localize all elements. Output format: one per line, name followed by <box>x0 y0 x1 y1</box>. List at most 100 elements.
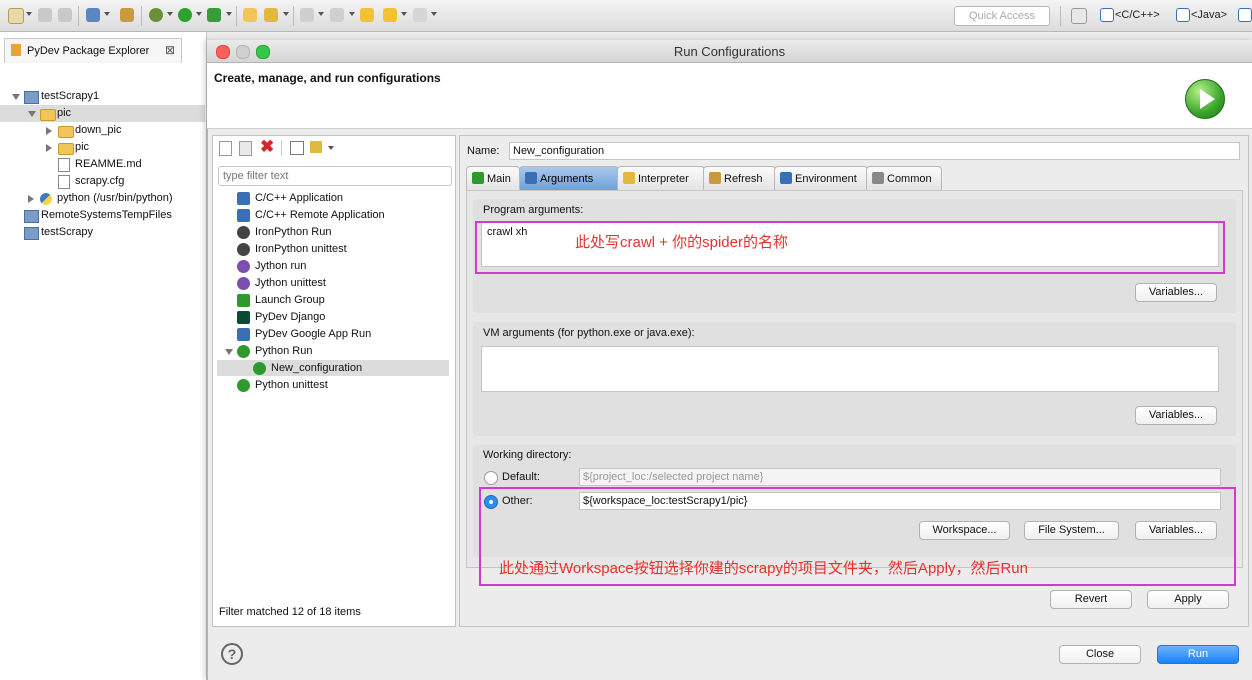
program-args-variables-button[interactable]: Variables... <box>1135 283 1217 302</box>
filter-input[interactable] <box>218 166 452 186</box>
perspective-java[interactable]: <Java> <box>1191 9 1227 21</box>
close-tab-icon[interactable]: ⊠ <box>165 43 175 57</box>
project-icon <box>24 91 39 104</box>
open-folder-icon[interactable] <box>243 8 257 22</box>
new-dropdown-icon[interactable] <box>26 12 32 16</box>
config-type-item[interactable]: IronPython Run <box>213 224 449 241</box>
tab-common[interactable]: Common <box>866 166 942 190</box>
last-edit-icon[interactable] <box>360 8 374 22</box>
build-icon[interactable] <box>86 8 100 22</box>
tree-item-label: RemoteSystemsTempFiles <box>41 209 172 221</box>
build-dropdown-icon[interactable] <box>104 12 110 16</box>
apply-button[interactable]: Apply <box>1147 590 1229 609</box>
new-config-icon[interactable] <box>219 141 232 156</box>
save-all-icon[interactable] <box>58 8 72 22</box>
collapse-all-icon[interactable] <box>290 141 304 155</box>
edit-icon[interactable] <box>264 8 278 22</box>
cpp-perspective-icon[interactable] <box>1100 8 1114 22</box>
prev-annotation-dropdown-icon[interactable] <box>349 12 355 16</box>
default-radio[interactable] <box>484 471 498 485</box>
forward-dropdown-icon[interactable] <box>431 12 437 16</box>
tree-item[interactable]: down_pic <box>0 122 205 139</box>
next-annotation-icon[interactable] <box>300 8 314 22</box>
tree-item[interactable]: RemoteSystemsTempFiles <box>0 207 205 224</box>
tree-item[interactable]: REAMME.md <box>0 156 205 173</box>
tree-item-label: REAMME.md <box>75 158 142 170</box>
java-perspective-icon[interactable] <box>1176 8 1190 22</box>
config-type-item[interactable]: C/C++ Application <box>213 190 449 207</box>
run-button[interactable]: Run <box>1157 645 1239 664</box>
dialog-title: Run Configurations <box>673 44 786 59</box>
tree-item[interactable]: pic <box>0 139 205 156</box>
run-icon[interactable] <box>178 8 192 22</box>
tree-item[interactable]: python (/usr/bin/python) <box>0 190 205 207</box>
help-icon[interactable]: ? <box>221 643 243 665</box>
revert-button[interactable]: Revert <box>1050 590 1132 609</box>
run-banner-icon <box>1185 79 1225 119</box>
config-type-item[interactable]: Jython unittest <box>213 275 449 292</box>
config-type-item[interactable]: PyDev Django <box>213 309 449 326</box>
back-dropdown-icon[interactable] <box>401 12 407 16</box>
package-explorer-tab[interactable]: PyDev Package Explorer ⊠ <box>4 38 182 63</box>
config-type-item[interactable]: Launch Group <box>213 292 449 309</box>
tab-interpreter[interactable]: Interpreter <box>617 166 705 190</box>
config-name-input[interactable]: New_configuration <box>509 142 1240 160</box>
config-type-item[interactable]: PyDev Google App Run <box>213 326 449 343</box>
filter-dropdown-icon[interactable] <box>328 146 334 150</box>
default-dir-input: ${project_loc:/selected project name} <box>579 468 1221 486</box>
vm-args-textarea[interactable] <box>481 346 1219 392</box>
filter-config-icon[interactable] <box>310 141 322 153</box>
collapsed-chevron-icon[interactable] <box>28 195 34 203</box>
prev-annotation-icon[interactable] <box>330 8 344 22</box>
config-item-label: Python Run <box>255 345 313 357</box>
tree-item[interactable]: testScrapy <box>0 224 205 241</box>
tree-item[interactable]: scrapy.cfg <box>0 173 205 190</box>
collapsed-chevron-icon[interactable] <box>46 127 52 135</box>
expanded-chevron-icon[interactable] <box>12 94 20 100</box>
run-dropdown-icon[interactable] <box>196 12 202 16</box>
new-icon[interactable] <box>8 8 24 24</box>
tree-item[interactable]: testScrapy1 <box>0 88 205 105</box>
config-item-label: Jython run <box>255 260 307 272</box>
external-tools-dropdown-icon[interactable] <box>226 12 232 16</box>
tab-refresh[interactable]: Refresh <box>703 166 776 190</box>
config-list-panel: ✖ C/C++ Application C/C++ Remote Applicat… <box>212 135 456 627</box>
quick-access-input[interactable]: Quick Access <box>954 6 1050 26</box>
package-icon[interactable] <box>120 8 134 22</box>
debug-icon[interactable] <box>149 8 163 22</box>
toolbar-separator <box>141 6 142 26</box>
toolbar-separator <box>78 6 79 26</box>
expanded-chevron-icon[interactable] <box>225 349 233 355</box>
config-type-item[interactable]: C/C++ Remote Application <box>213 207 449 224</box>
config-item-selected[interactable]: New_configuration <box>213 360 449 377</box>
debug-dropdown-icon[interactable] <box>167 12 173 16</box>
delete-config-icon[interactable]: ✖ <box>260 137 274 157</box>
toolbar-separator <box>236 6 237 26</box>
config-type-item[interactable]: Python Run <box>213 343 449 360</box>
tab-arguments[interactable]: Arguments <box>519 166 619 190</box>
close-button[interactable]: Close <box>1059 645 1141 664</box>
tab-environment[interactable]: Environment <box>774 166 868 190</box>
tab-main[interactable]: Main <box>466 166 520 190</box>
save-icon[interactable] <box>38 8 52 22</box>
forward-icon[interactable] <box>413 8 427 22</box>
config-item-label: Launch Group <box>255 294 325 306</box>
folder-icon <box>58 126 74 138</box>
config-type-item[interactable]: Python unittest <box>213 377 449 394</box>
perspective-cpp[interactable]: <C/C++> <box>1115 9 1160 21</box>
edit-dropdown-icon[interactable] <box>283 12 289 16</box>
duplicate-config-icon[interactable] <box>239 141 252 156</box>
config-type-item[interactable]: IronPython unittest <box>213 241 449 258</box>
next-annotation-dropdown-icon[interactable] <box>318 12 324 16</box>
tree-item-selected[interactable]: pic <box>0 105 205 122</box>
jython-run-icon <box>237 260 250 273</box>
vm-args-variables-button[interactable]: Variables... <box>1135 406 1217 425</box>
collapsed-chevron-icon[interactable] <box>46 144 52 152</box>
more-perspectives-icon[interactable] <box>1238 8 1252 22</box>
tree-item-label: python (/usr/bin/python) <box>57 192 173 204</box>
open-perspective-icon[interactable] <box>1071 8 1087 24</box>
back-icon[interactable] <box>383 8 397 22</box>
external-tools-icon[interactable] <box>207 8 221 22</box>
expanded-chevron-icon[interactable] <box>28 111 36 117</box>
config-type-item[interactable]: Jython run <box>213 258 449 275</box>
